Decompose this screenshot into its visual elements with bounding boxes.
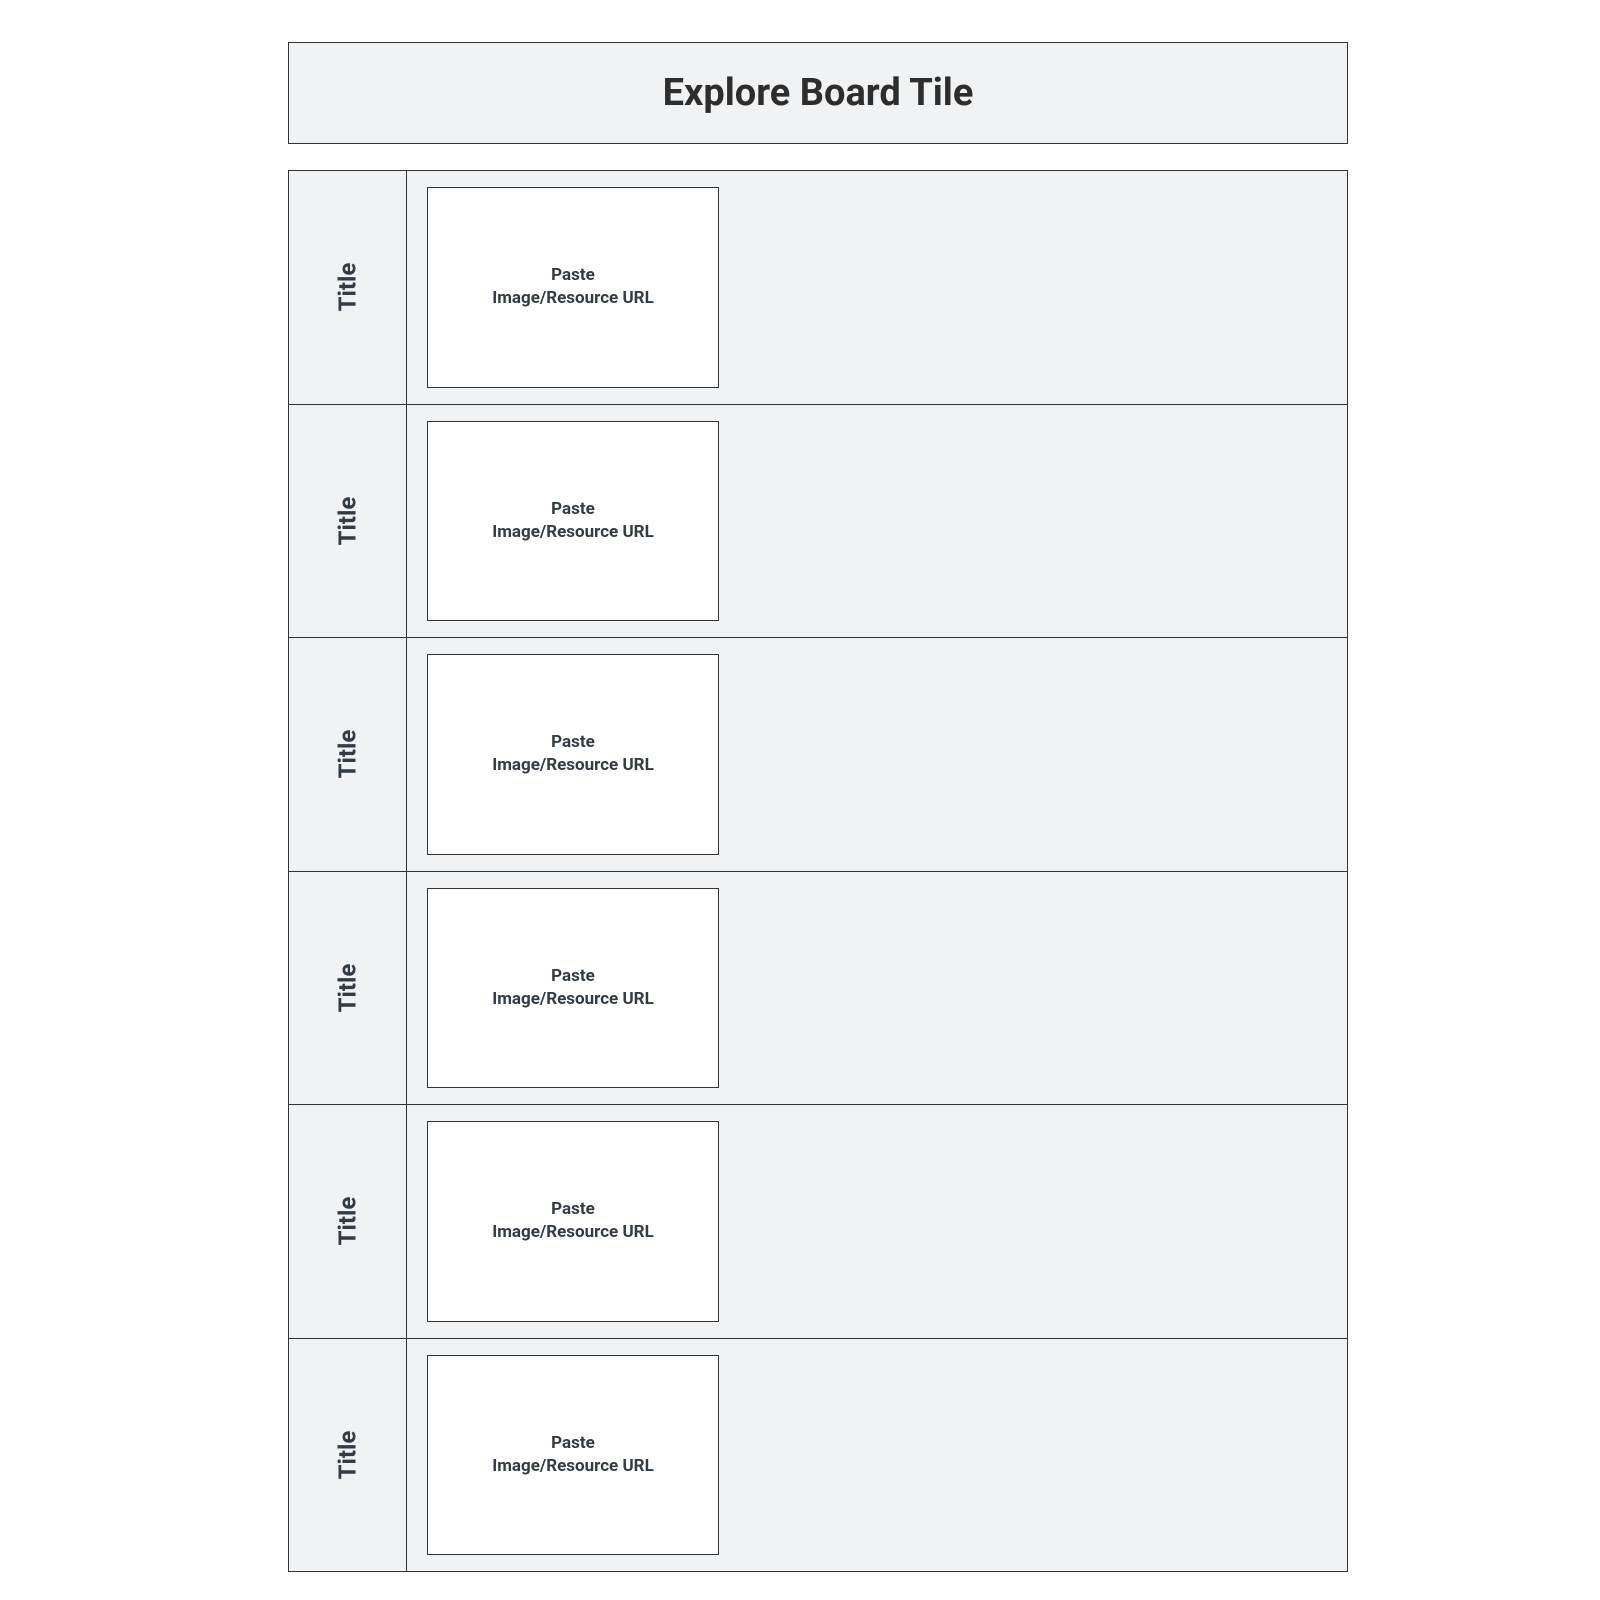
image-url-placeholder[interactable]: Paste Image/Resource URL: [427, 654, 719, 855]
placeholder-text: Paste Image/Resource URL: [492, 264, 654, 310]
image-url-placeholder[interactable]: Paste Image/Resource URL: [427, 1121, 719, 1322]
image-url-placeholder[interactable]: Paste Image/Resource URL: [427, 1355, 719, 1556]
row-content-cell: Paste Image/Resource URL: [407, 638, 1347, 871]
row-content-cell: Paste Image/Resource URL: [407, 1339, 1347, 1572]
row-title-label: Title: [334, 496, 362, 545]
image-url-placeholder[interactable]: Paste Image/Resource URL: [427, 187, 719, 388]
row-title-cell[interactable]: Title: [289, 1339, 407, 1572]
header-box: Explore Board Tile: [288, 42, 1348, 144]
board-row: Title Paste Image/Resource URL: [289, 171, 1347, 405]
placeholder-text: Paste Image/Resource URL: [492, 1198, 654, 1244]
row-content-cell: Paste Image/Resource URL: [407, 405, 1347, 638]
board-row: Title Paste Image/Resource URL: [289, 405, 1347, 639]
placeholder-text: Paste Image/Resource URL: [492, 1432, 654, 1478]
row-title-label: Title: [334, 263, 362, 312]
row-title-label: Title: [334, 1430, 362, 1479]
row-title-label: Title: [334, 963, 362, 1012]
board-grid: Title Paste Image/Resource URL Title Pas…: [288, 170, 1348, 1572]
board-row: Title Paste Image/Resource URL: [289, 638, 1347, 872]
board-row: Title Paste Image/Resource URL: [289, 1339, 1347, 1572]
image-url-placeholder[interactable]: Paste Image/Resource URL: [427, 421, 719, 622]
row-title-cell[interactable]: Title: [289, 171, 407, 404]
row-title-label: Title: [334, 730, 362, 779]
placeholder-text: Paste Image/Resource URL: [492, 498, 654, 544]
row-content-cell: Paste Image/Resource URL: [407, 171, 1347, 404]
board-row: Title Paste Image/Resource URL: [289, 1105, 1347, 1339]
row-title-label: Title: [334, 1197, 362, 1246]
row-title-cell[interactable]: Title: [289, 405, 407, 638]
row-title-cell[interactable]: Title: [289, 638, 407, 871]
row-content-cell: Paste Image/Resource URL: [407, 1105, 1347, 1338]
placeholder-text: Paste Image/Resource URL: [492, 965, 654, 1011]
row-title-cell[interactable]: Title: [289, 872, 407, 1105]
image-url-placeholder[interactable]: Paste Image/Resource URL: [427, 888, 719, 1089]
board-row: Title Paste Image/Resource URL: [289, 872, 1347, 1106]
row-content-cell: Paste Image/Resource URL: [407, 872, 1347, 1105]
placeholder-text: Paste Image/Resource URL: [492, 731, 654, 777]
page-title: Explore Board Tile: [663, 71, 974, 115]
row-title-cell[interactable]: Title: [289, 1105, 407, 1338]
